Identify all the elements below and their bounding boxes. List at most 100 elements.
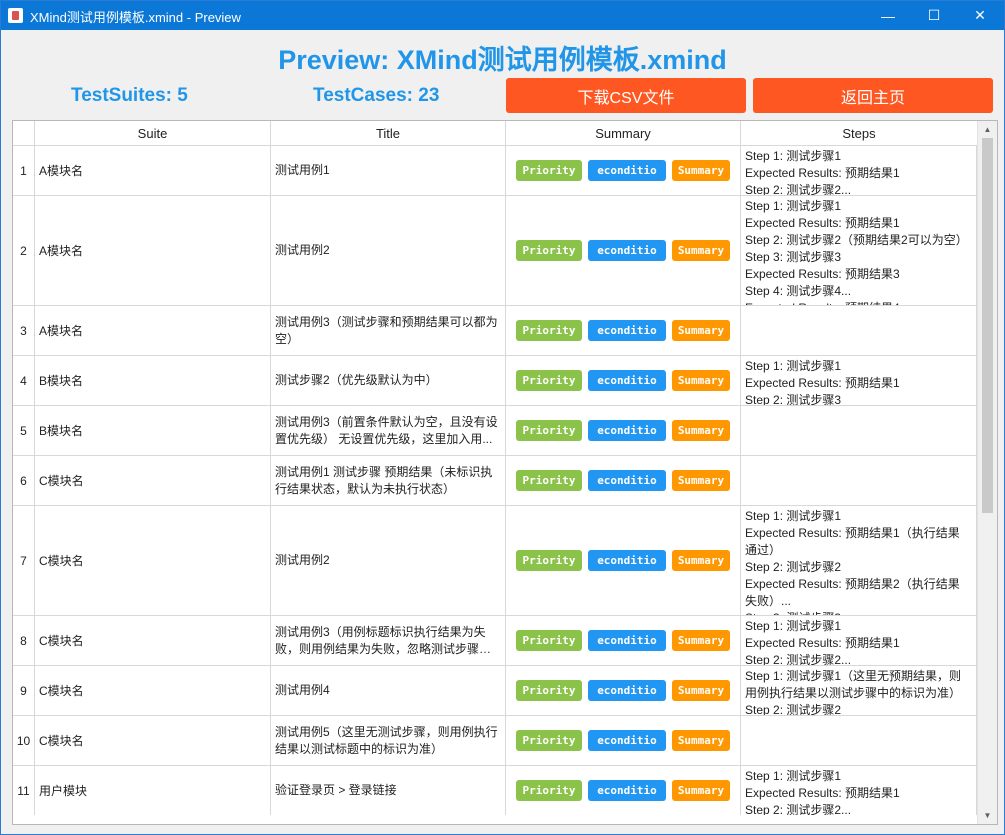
row-number: 10 [13, 716, 35, 765]
summary-tag[interactable]: Summary [672, 420, 730, 441]
row-number: 7 [13, 506, 35, 615]
precondition-tag[interactable]: econditio [588, 550, 666, 571]
title-text: 测试用例3（前置条件默认为空，且没有设置优先级） 无设置优先级，这里加入用... [275, 414, 498, 446]
content-area: Preview: XMind测试用例模板.xmind TestSuites: 5… [2, 30, 1003, 834]
priority-tag[interactable]: Priority [516, 160, 582, 181]
summary-tag[interactable]: Summary [672, 680, 730, 701]
priority-tag[interactable]: Priority [516, 470, 582, 491]
table-row[interactable]: 8 C模块名 测试用例3（用例标题标识执行结果为失败，则用例结果为失败，忽略测试步骤… [13, 615, 977, 665]
precondition-tag[interactable]: econditio [588, 160, 666, 181]
steps-cell: Step 1: 测试步骤1 Expected Results: 预期结果1 St… [741, 146, 977, 195]
title-text: 测试用例5（这里无测试步骤，则用例执行结果以测试标题中的标识为准） [275, 724, 498, 756]
table-row[interactable]: 10 C模块名 测试用例5（这里无测试步骤，则用例执行结果以测试标题中的标识为准） P… [13, 715, 977, 765]
minimize-button[interactable]: — [865, 1, 911, 30]
close-button[interactable]: ✕ [957, 1, 1003, 30]
precondition-tag[interactable]: econditio [588, 780, 666, 801]
precondition-tag[interactable]: econditio [588, 320, 666, 341]
steps-column-header[interactable]: Steps [741, 121, 977, 145]
cases-table[interactable]: Suite Title Summary Steps 1 A模块名 测试用例1 Prio… [12, 120, 998, 825]
summary-tag[interactable]: Summary [672, 780, 730, 801]
title-cell: 测试步骤2（优先级默认为中） [271, 356, 506, 405]
priority-tag[interactable]: Priority [516, 730, 582, 751]
steps-cell [741, 406, 977, 455]
app-window: XMind测试用例模板.xmind - Preview — ☐ ✕ Previe… [0, 0, 1005, 835]
table-row[interactable]: 3 A模块名 测试用例3（测试步骤和预期结果可以都为空） Priority econdi… [13, 305, 977, 355]
suite-cell: 用户模块 [35, 766, 271, 815]
suite-cell: C模块名 [35, 666, 271, 715]
summary-tag[interactable]: Summary [672, 240, 730, 261]
summary-tag[interactable]: Summary [672, 550, 730, 571]
steps-cell: Step 1: 测试步骤1 Expected Results: 预期结果1 St… [741, 196, 977, 305]
row-number: 4 [13, 356, 35, 405]
vertical-scrollbar[interactable]: ▲ ▼ [977, 121, 997, 824]
suite-cell: A模块名 [35, 196, 271, 305]
summary-cell: Priority econditio Summary [506, 506, 741, 615]
summary-tag[interactable]: Summary [672, 370, 730, 391]
summary-tag[interactable]: Summary [672, 320, 730, 341]
row-number: 3 [13, 306, 35, 355]
row-number: 5 [13, 406, 35, 455]
title-column-header[interactable]: Title [271, 121, 506, 145]
precondition-tag[interactable]: econditio [588, 420, 666, 441]
summary-tag[interactable]: Summary [672, 470, 730, 491]
row-number: 6 [13, 456, 35, 505]
precondition-tag[interactable]: econditio [588, 630, 666, 651]
scrollbar-thumb[interactable] [982, 138, 993, 513]
title-cell: 测试用例3（前置条件默认为空，且没有设置优先级） 无设置优先级，这里加入用... [271, 406, 506, 455]
title-cell: 测试用例2 [271, 506, 506, 615]
suite-cell: C模块名 [35, 456, 271, 505]
suite-cell: A模块名 [35, 146, 271, 195]
priority-tag[interactable]: Priority [516, 240, 582, 261]
title-bar[interactable]: XMind测试用例模板.xmind - Preview — ☐ ✕ [1, 1, 1004, 30]
table-row[interactable]: 1 A模块名 测试用例1 Priority econditio Summary Step 1… [13, 145, 977, 195]
app-icon [8, 8, 23, 23]
table-row[interactable]: 2 A模块名 测试用例2 Priority econditio Summary Step 1… [13, 195, 977, 305]
suite-cell: B模块名 [35, 356, 271, 405]
table-row[interactable]: 6 C模块名 测试用例1 测试步骤 预期结果（未标识执行结果状态，默认为未执行状态）… [13, 455, 977, 505]
precondition-tag[interactable]: econditio [588, 370, 666, 391]
suite-cell: C模块名 [35, 716, 271, 765]
summary-tag[interactable]: Summary [672, 730, 730, 751]
back-home-button[interactable]: 返回主页 [753, 78, 993, 113]
priority-tag[interactable]: Priority [516, 630, 582, 651]
summary-cell: Priority econditio Summary [506, 196, 741, 305]
scroll-down-icon[interactable]: ▼ [978, 807, 997, 824]
table-row[interactable]: 5 B模块名 测试用例3（前置条件默认为空，且没有设置优先级） 无设置优先级，这里加… [13, 405, 977, 455]
summary-cell: Priority econditio Summary [506, 766, 741, 815]
steps-cell: Step 1: 测试步骤1 Expected Results: 预期结果1 St… [741, 766, 977, 815]
download-csv-button[interactable]: 下载CSV文件 [506, 78, 746, 113]
scroll-up-icon[interactable]: ▲ [978, 121, 997, 138]
priority-tag[interactable]: Priority [516, 420, 582, 441]
priority-tag[interactable]: Priority [516, 550, 582, 571]
precondition-tag[interactable]: econditio [588, 680, 666, 701]
row-number: 11 [13, 766, 35, 815]
priority-tag[interactable]: Priority [516, 780, 582, 801]
precondition-tag[interactable]: econditio [588, 240, 666, 261]
summary-cell: Priority econditio Summary [506, 356, 741, 405]
table-row[interactable]: 4 B模块名 测试步骤2（优先级默认为中） Priority econditio Summ… [13, 355, 977, 405]
table-row[interactable]: 11 用户模块 验证登录页 > 登录链接 Priority econditio Summa… [13, 765, 977, 815]
precondition-tag[interactable]: econditio [588, 470, 666, 491]
suite-column-header[interactable]: Suite [35, 121, 271, 145]
priority-tag[interactable]: Priority [516, 680, 582, 701]
title-cell: 测试用例4 [271, 666, 506, 715]
title-text: 测试用例1 测试步骤 预期结果（未标识执行结果状态，默认为未执行状态） [275, 464, 493, 496]
maximize-button[interactable]: ☐ [911, 1, 957, 30]
title-text: 测试用例4 [275, 683, 330, 697]
precondition-tag[interactable]: econditio [588, 730, 666, 751]
title-text: 测试用例1 [275, 163, 330, 177]
summary-tag[interactable]: Summary [672, 160, 730, 181]
summary-cell: Priority econditio Summary [506, 456, 741, 505]
suite-cell: C模块名 [35, 616, 271, 665]
suite-cell: A模块名 [35, 306, 271, 355]
summary-tag[interactable]: Summary [672, 630, 730, 651]
table-row[interactable]: 9 C模块名 测试用例4 Priority econditio Summary Step 1… [13, 665, 977, 715]
summary-cell: Priority econditio Summary [506, 716, 741, 765]
steps-cell: Step 1: 测试步骤1 Expected Results: 预期结果1 St… [741, 356, 977, 405]
table-row[interactable]: 7 C模块名 测试用例2 Priority econditio Summary Step 1… [13, 505, 977, 615]
title-cell: 测试用例1 测试步骤 预期结果（未标识执行结果状态，默认为未执行状态） [271, 456, 506, 505]
summary-column-header[interactable]: Summary [506, 121, 741, 145]
priority-tag[interactable]: Priority [516, 370, 582, 391]
title-cell: 测试用例1 [271, 146, 506, 195]
priority-tag[interactable]: Priority [516, 320, 582, 341]
